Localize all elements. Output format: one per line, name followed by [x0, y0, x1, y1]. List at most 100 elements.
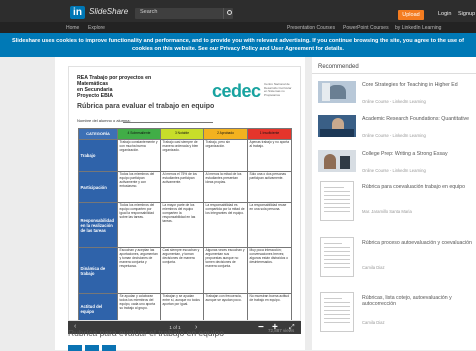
recommended-item[interactable]: Academic Research Foundations: Quantitat…: [318, 115, 473, 145]
recommended-item[interactable]: College Prep: Writing a Strong Essay Onl…: [318, 150, 473, 180]
recommended-header: Recommended: [318, 64, 359, 70]
recommended-item[interactable]: Rúbrica para coevaluación trabajo en equ…: [318, 181, 473, 229]
rubric-row-category: Participación: [78, 171, 118, 203]
cookie-text-line2: cookies on this website. See our Privacy…: [0, 45, 476, 53]
download-button[interactable]: [102, 345, 116, 351]
top-navbar: in SlideShare Search Upload Login Signup: [0, 0, 476, 22]
recommended-title[interactable]: College Prep: Writing a Strong Essay: [362, 151, 472, 157]
rubric-row-category: Trabajo: [78, 139, 118, 172]
cedec-logo-subtitle: Centro Nacional de Desarrollo Curricular…: [264, 82, 292, 97]
rubric-cell: Trabajo, pero sin organización.: [203, 139, 248, 172]
slide-viewer[interactable]: REA Trabajo por proyectos en Matemáticas…: [68, 66, 301, 321]
recommended-meta: Online Course - LinkedIn Learning: [362, 99, 426, 104]
zoom-out-button[interactable]: −: [258, 321, 264, 334]
search-button[interactable]: [223, 8, 233, 19]
document-thumbnail: [320, 181, 354, 221]
recommended-item[interactable]: Core Strategies for Teaching in Higher E…: [318, 81, 473, 111]
student-name-line: [123, 122, 213, 123]
cookie-line2-prefix: cookies on this website. See our: [132, 46, 219, 52]
doc-heading: Rúbrica para evaluar el trabajo en equip…: [77, 103, 215, 110]
rubric-cell: Escuchan y aceptan las aportaciones, arg…: [117, 247, 161, 294]
search-icon: [227, 10, 232, 15]
linkedin-logo-icon[interactable]: in: [70, 6, 85, 19]
recommended-title[interactable]: Rúbricas, lista cotejo, autoevaluación y…: [362, 295, 472, 307]
rubric-cell: Se ayudan y colaboran todos los miembros…: [117, 293, 161, 320]
rubric-cell: Trabajo constantemente y con mucha buena…: [117, 139, 161, 172]
rubric-cell: Algunas veces escuchan y argumentan sus …: [203, 247, 248, 294]
nav-powerpoint-courses-link[interactable]: PowerPoint Courses: [343, 25, 389, 31]
recommended-title[interactable]: Core Strategies for Teaching in Higher E…: [362, 82, 472, 88]
rubric-header-level-3: 3 Notable: [160, 128, 204, 140]
nav-linkedin-learning-link[interactable]: by LinkedIn Learning: [395, 25, 441, 31]
recommended-meta: Camila Diaz: [362, 320, 385, 325]
rubric-cell: Trabajo casi siempre de manera ordenada …: [160, 139, 204, 172]
rubric-cell: Sólo una o dos personas participan activ…: [247, 171, 292, 203]
login-link[interactable]: Login: [438, 11, 451, 17]
course-thumbnail: [318, 150, 356, 172]
divider: [312, 73, 476, 74]
doc-title-line: Proyecto EBIA: [77, 93, 114, 99]
presentation-title: Rubrica para evaluar el trabajo en equip…: [68, 328, 224, 338]
rubric-cell: La mayor parte de los miembros del equip…: [160, 202, 204, 248]
rubric-cell: Todos los miembros del equipo participan…: [117, 171, 161, 203]
recommended-title[interactable]: Rúbrica proceso autoevaluación y coevalu…: [362, 240, 472, 246]
table-row: Dinámica de trabajo Escuchan y aceptan l…: [78, 247, 292, 294]
rubric-cell: Apenas trabajo y no aporta al trabajo.: [247, 139, 292, 172]
rubric-row-category: Dinámica de trabajo: [78, 247, 118, 294]
search-placeholder: Search: [140, 9, 158, 15]
search-input[interactable]: Search: [135, 8, 233, 19]
upload-button[interactable]: Upload: [398, 10, 424, 20]
doc-project-title: REA Trabajo por proyectos en Matemáticas…: [77, 75, 167, 99]
table-row: Actitud del equipo Se ayudan y colaboran…: [78, 293, 292, 320]
doc-title-line: REA Trabajo por proyectos en Matemáticas: [77, 75, 152, 87]
rubric-cell: Al menos la mitad de los estudiantes pre…: [203, 171, 248, 203]
sub-navbar: Home Explore Presentation Courses PowerP…: [0, 22, 476, 33]
share-button[interactable]: [68, 345, 82, 351]
nav-explore-link[interactable]: Explore: [88, 25, 105, 31]
rubric-cell: Muy poca interacción; conversaciones bre…: [247, 247, 292, 294]
recommended-title[interactable]: Rúbrica para coevaluación trabajo en equ…: [362, 184, 472, 190]
view-count: 72,887 views: [268, 328, 295, 333]
rubric-row-category: Actitud del equipo: [78, 293, 118, 320]
rubric-cell: Todos los miembros del equipo comparten …: [117, 202, 161, 248]
like-button[interactable]: [85, 345, 99, 351]
privacy-policy-link[interactable]: Privacy Policy: [220, 46, 258, 52]
rubric-header-level-1: 1 Insuficiente: [247, 128, 292, 140]
recommended-meta: Camila Diaz: [362, 265, 385, 270]
nav-home-link[interactable]: Home: [66, 25, 79, 31]
document-thumbnail: [320, 292, 354, 332]
rubric-table: CATEGORÍA 4 Sobresaliente 3 Notable 2 Ap…: [78, 128, 292, 320]
rubric-cell: No muestran buena actitud de trabajo en …: [247, 293, 292, 320]
cookie-banner: Slideshare uses cookies to improve funct…: [0, 33, 476, 57]
rubric-cell: Casi siempre escuchan y argumentan, y to…: [160, 247, 204, 294]
user-agreement-link[interactable]: User Agreement: [271, 46, 314, 52]
cedec-logo: cedec: [212, 81, 261, 101]
course-thumbnail: [318, 81, 356, 103]
cookie-and-text: and: [259, 46, 270, 52]
rubric-cell: La responsabilidad es compartida por la …: [203, 202, 248, 248]
nav-presentation-courses-link[interactable]: Presentation Courses: [287, 25, 335, 31]
slideshare-logo-text[interactable]: SlideShare: [89, 7, 128, 16]
rubric-header-level-2: 2 Aprobado: [203, 128, 248, 140]
rubric-header-level-4: 4 Sobresaliente: [117, 128, 161, 140]
recommended-meta: Mar. Jaramillo Santa Maria: [362, 209, 412, 214]
recommended-title[interactable]: Academic Research Foundations: Quantitat…: [362, 116, 472, 122]
rubric-cell: La responsabilidad recae en una sola per…: [247, 202, 292, 248]
rubric-row-category: Responsabilidad en la realización de las…: [78, 202, 118, 248]
table-row: Responsabilidad en la realización de las…: [78, 202, 292, 248]
signup-link[interactable]: Signup: [458, 11, 475, 17]
recommended-meta: Online Course - LinkedIn Learning: [362, 168, 426, 173]
table-row: Participación Todos los miembros del equ…: [78, 171, 292, 203]
cookie-text-line1: Slideshare uses cookies to improve funct…: [12, 38, 464, 44]
rubric-cell: Trabajan y se ayudan entre sí, aunque no…: [160, 293, 204, 320]
table-row: Trabajo Trabajo constantemente y con muc…: [78, 139, 292, 172]
cookie-line2-suffix: for details.: [315, 46, 344, 52]
course-thumbnail: [318, 115, 356, 137]
recommended-item[interactable]: Rúbrica proceso autoevaluación y coevalu…: [318, 237, 473, 285]
rubric-header-category: CATEGORÍA: [78, 128, 118, 140]
recommended-item[interactable]: Rúbricas, lista cotejo, autoevaluación y…: [318, 292, 473, 340]
rubric-cell: Al menos el 75% de los estudiantes parti…: [160, 171, 204, 203]
rubric-cell: Trabajan con frecuencia, aunque se ayuda…: [203, 293, 248, 320]
document-thumbnail: [320, 237, 354, 277]
recommended-meta: Online Course - LinkedIn Learning: [362, 133, 426, 138]
